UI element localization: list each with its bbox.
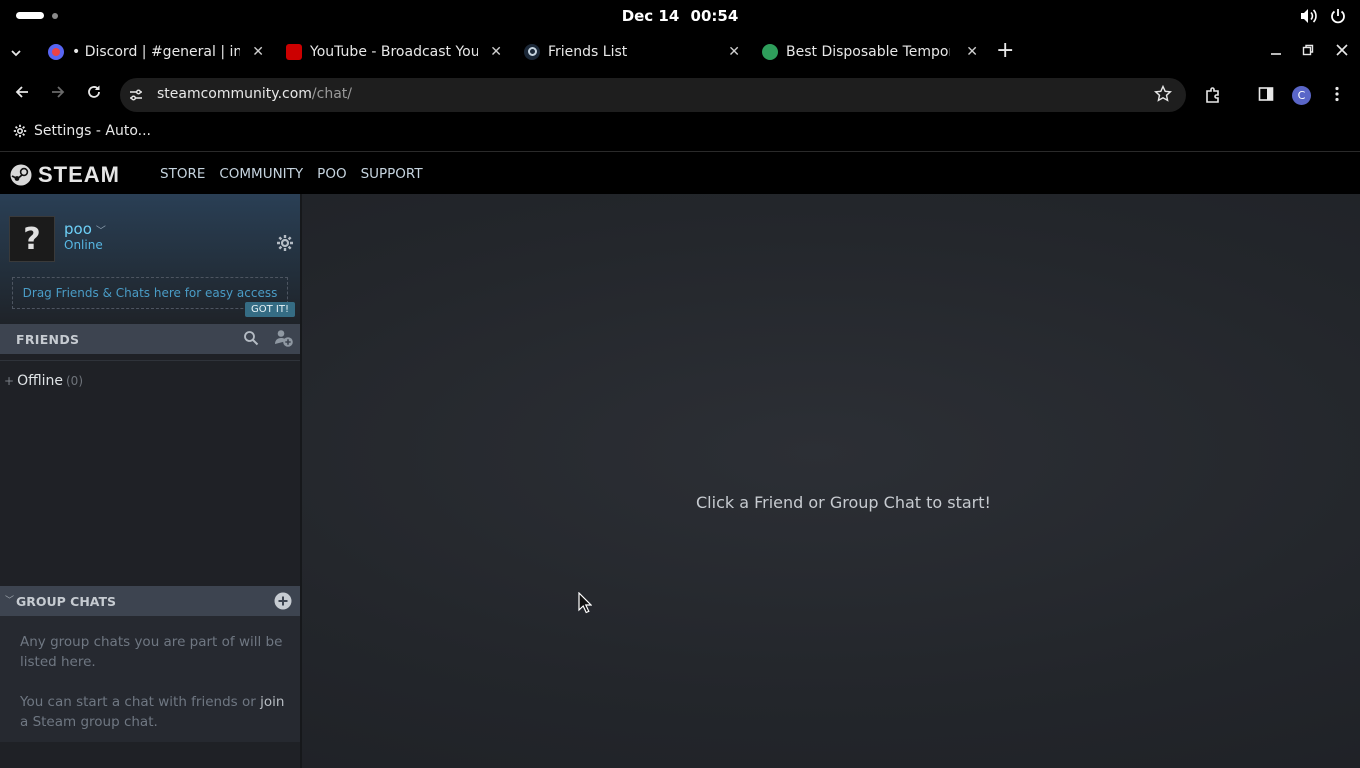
nav-support[interactable]: SUPPORT [361, 166, 423, 182]
close-tab-icon[interactable]: ✕ [490, 44, 502, 60]
tab-disposable-email[interactable]: Best Disposable Tempor ✕ [762, 36, 978, 68]
power-icon[interactable] [1330, 8, 1346, 24]
close-tab-icon[interactable]: ✕ [966, 44, 978, 60]
tab-title: Best Disposable Tempor [786, 44, 950, 60]
user-status: Online [64, 238, 103, 252]
youtube-favicon-icon [286, 44, 302, 60]
join-group-link[interactable]: join [260, 694, 284, 710]
restore-icon[interactable] [1302, 42, 1314, 60]
system-top-bar: Dec 14 00:54 [0, 0, 1360, 32]
browser-toolbar: steamcommunity.com/chat/ [0, 72, 1360, 118]
nav-store[interactable]: STORE [160, 166, 205, 182]
new-tab-plus-icon[interactable]: + [996, 40, 1014, 62]
friends-section-header: FRIENDS [0, 324, 300, 354]
reload-icon[interactable] [86, 84, 102, 104]
chevron-down-icon: ﹀ [95, 226, 106, 237]
more-menu-icon[interactable] [1334, 86, 1340, 106]
collapse-chevron-icon: ﹀ [5, 596, 15, 606]
bookmark-star-icon[interactable] [1153, 84, 1173, 107]
steam-logo[interactable]: STEAM [10, 162, 120, 188]
group-info-text: Any group chats you are part of will be … [20, 634, 283, 670]
empty-chat-message: Click a Friend or Group Chat to start! [696, 493, 991, 512]
back-arrow-icon[interactable] [14, 84, 30, 104]
browser-tab-strip: • Discord | #general | inf ✕ YouTube - B… [0, 32, 1360, 72]
clock-date: Dec 14 [621, 7, 680, 25]
close-tab-icon[interactable]: ✕ [252, 44, 264, 60]
volume-icon[interactable] [1300, 8, 1318, 24]
tab-youtube[interactable]: YouTube - Broadcast You ✕ [286, 36, 502, 68]
group-start-text: You can start a chat with friends or joi… [20, 694, 285, 730]
clock-time: 00:54 [690, 7, 739, 25]
nav-profile[interactable]: POO [317, 166, 346, 182]
username-text: poo [64, 220, 92, 238]
expand-plus-icon: + [4, 374, 15, 388]
nav-community[interactable]: COMMUNITY [219, 166, 303, 182]
email-favicon-icon [762, 44, 778, 60]
settings-gear-icon[interactable] [276, 234, 294, 256]
steam-wordmark: STEAM [38, 162, 120, 187]
url-host: steamcommunity.com [157, 86, 312, 102]
bookmarks-bar: Settings - Auto... [0, 118, 1360, 152]
steam-nav: STORE COMMUNITY POO SUPPORT [160, 166, 423, 182]
friends-list-panel: ? poo ﹀ Online Drag Friends & Chats here … [0, 194, 302, 768]
close-window-icon[interactable] [1336, 42, 1348, 60]
mouse-cursor-icon [578, 591, 593, 618]
close-tab-icon[interactable]: ✕ [728, 44, 740, 60]
group-chats-section-header[interactable]: ﹀ GROUP CHATS [0, 586, 300, 616]
offline-label: Offline [17, 373, 63, 389]
url-text: steamcommunity.com/chat/ [157, 86, 352, 102]
steam-logo-icon [10, 164, 32, 186]
address-bar[interactable]: steamcommunity.com/chat/ [120, 78, 1186, 112]
tab-title: • Discord | #general | inf [72, 44, 240, 60]
url-path: /chat/ [311, 86, 352, 102]
side-panel-icon[interactable] [1258, 86, 1274, 106]
group-chats-empty-state: Any group chats you are part of will be … [0, 616, 300, 742]
clock[interactable]: Dec 14 00:54 [0, 7, 1360, 25]
tab-title: YouTube - Broadcast You [310, 44, 478, 60]
add-friend-icon[interactable] [274, 328, 294, 352]
steam-header: STEAM STORE COMMUNITY POO SUPPORT [0, 153, 1360, 194]
extensions-puzzle-icon[interactable] [1204, 86, 1222, 108]
divider [0, 360, 300, 361]
tab-title: Friends List [548, 44, 628, 60]
group-chats-label: GROUP CHATS [16, 594, 117, 609]
offline-group[interactable]: + Offline (0) [4, 373, 83, 389]
tab-friends-list[interactable]: Friends List ✕ [524, 36, 740, 68]
offline-count: (0) [66, 374, 83, 388]
bookmark-label: Settings - Auto... [34, 123, 151, 139]
browser-profile-avatar[interactable]: C [1292, 86, 1311, 105]
minimize-icon[interactable] [1270, 42, 1282, 60]
steam-favicon-icon [524, 44, 540, 60]
bookmark-settings[interactable]: Settings - Auto... [13, 123, 151, 139]
gear-icon [13, 124, 27, 138]
create-group-chat-icon[interactable] [273, 591, 293, 615]
chat-main-area: ? poo ﹀ Online Drag Friends & Chats here … [0, 194, 1360, 768]
site-info-icon[interactable] [128, 87, 144, 107]
username[interactable]: poo ﹀ [64, 220, 106, 238]
user-profile-header: ? poo ﹀ Online Drag Friends & Chats here … [0, 194, 300, 324]
discord-favicon-icon [48, 44, 64, 60]
forward-arrow-icon[interactable] [50, 84, 66, 104]
search-icon[interactable] [243, 330, 259, 350]
user-avatar[interactable]: ? [9, 216, 55, 262]
tab-discord[interactable]: • Discord | #general | inf ✕ [48, 36, 264, 68]
tab-search-chevron-icon[interactable] [10, 44, 22, 63]
friends-label: FRIENDS [16, 332, 80, 347]
got-it-button[interactable]: GOT IT! [245, 302, 295, 317]
